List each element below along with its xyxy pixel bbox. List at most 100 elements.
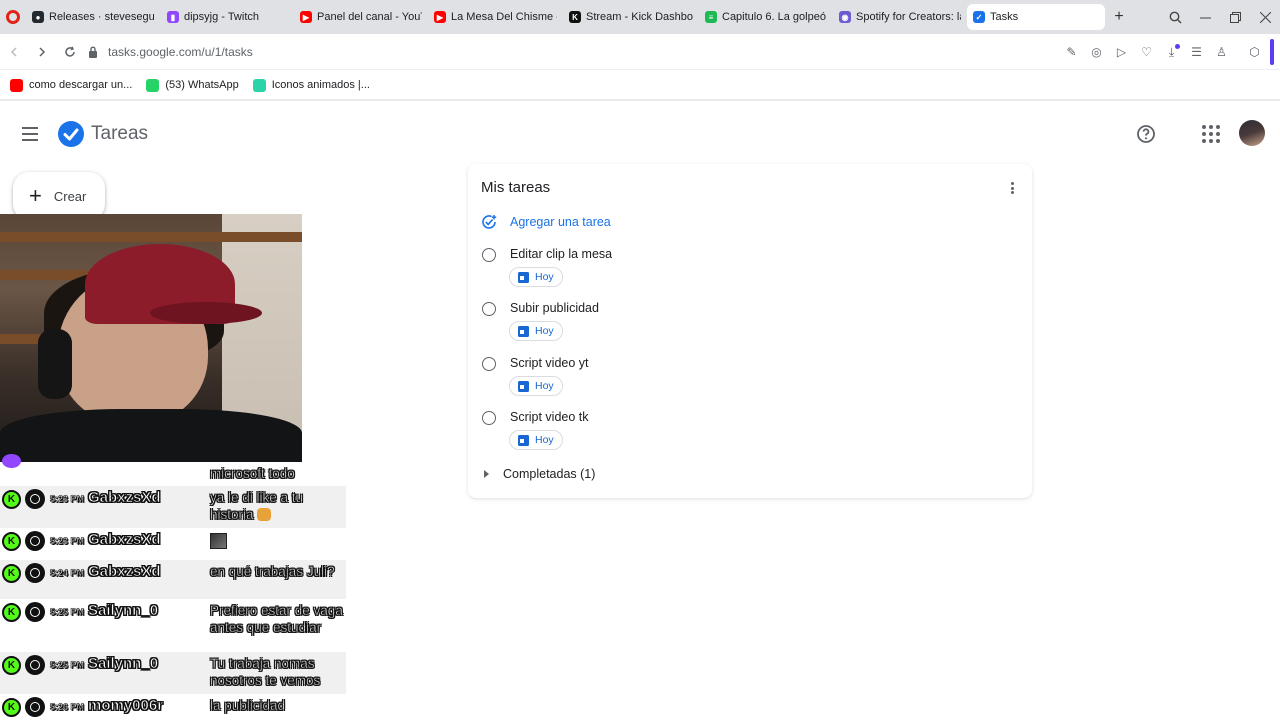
account-avatar[interactable] — [1239, 120, 1265, 146]
sidebar-indicator — [1270, 39, 1274, 65]
chat-username: Sailynn_0 — [88, 655, 159, 673]
chat-message-text: la publicidad — [210, 697, 344, 714]
task-item[interactable]: Script video tk Hoy — [481, 409, 1001, 459]
chat-timestamp: 5:26 PM — [50, 702, 85, 713]
more-options-icon[interactable] — [1006, 180, 1018, 196]
user-avatar-icon — [25, 489, 45, 509]
browser-tab-bar: ● Releases · steveseguin/sc ▮ dipsyjg - Twi… — [0, 0, 1280, 34]
browser-tab[interactable]: ✓ Tasks — [967, 4, 1105, 30]
minimize-window-icon[interactable] — [1190, 0, 1220, 34]
bookmark-label: Iconos animados |... — [271, 79, 370, 91]
task-title[interactable]: Subir publicidad — [510, 301, 599, 315]
easy-setup-icon[interactable]: ☰ — [1187, 43, 1206, 62]
download-icon[interactable]: ⤓ — [1162, 43, 1181, 62]
due-date-chip[interactable]: Hoy — [509, 376, 563, 396]
heart-icon[interactable]: ♡ — [1137, 43, 1156, 62]
chat-message: K 5:24 PM GabxzsXd en qué trabajas Juli? — [0, 560, 346, 599]
close-window-icon[interactable] — [1250, 0, 1280, 34]
bookmark-label: (53) WhatsApp — [165, 79, 239, 91]
opera-logo-icon[interactable] — [0, 0, 26, 34]
complete-task-checkbox[interactable] — [482, 248, 496, 262]
stream-chat-overlay: microsoft todo K 5:23 PM GabxzsXd ya le di … — [0, 452, 346, 720]
chat-timestamp: 5:25 PM — [50, 660, 85, 671]
task-title[interactable]: Script video tk — [510, 410, 589, 424]
plus-icon: + — [29, 183, 42, 208]
complete-task-checkbox[interactable] — [482, 302, 496, 316]
lock-icon[interactable] — [84, 38, 102, 66]
tab-favicon-icon: ✓ — [973, 11, 985, 23]
due-date-chip[interactable]: Hoy — [509, 267, 563, 287]
chat-username: GabxzsXd — [88, 531, 161, 549]
address-bar: tasks.google.com/u/1/tasks ✎ ◎ ▷ ♡ ⤓ ☰ ♙… — [0, 34, 1280, 70]
completed-section-toggle[interactable]: Completadas (1) — [484, 467, 595, 481]
calendar-icon — [518, 434, 529, 446]
chat-message-text: ya le di like a tu historia — [210, 489, 344, 523]
complete-task-checkbox[interactable] — [482, 411, 496, 425]
browser-tab[interactable]: ▶ Panel del canal - YouTub — [294, 4, 428, 30]
chat-message-text: Prefiero estar de vaga antes que estudia… — [210, 602, 344, 636]
browser-tab[interactable]: ◉ Spotify for Creators: la fo — [833, 4, 967, 30]
calendar-icon — [518, 325, 529, 337]
kick-badge-icon: K — [2, 532, 21, 551]
new-tab-button[interactable]: + — [1107, 5, 1131, 29]
task-list-card: Mis tareas Agregar una tarea Editar clip… — [468, 164, 1032, 498]
task-item[interactable]: Script video yt Hoy — [481, 355, 1001, 405]
image-emote-icon — [210, 533, 227, 549]
task-item[interactable]: Editar clip la mesa Hoy — [481, 246, 1001, 296]
chat-message: K 5:23 PM GabxzsXd — [0, 528, 346, 560]
tab-title: Tasks — [990, 11, 1019, 23]
profile-icon[interactable]: ♙ — [1212, 43, 1231, 62]
main-menu-icon[interactable] — [20, 124, 40, 144]
add-task-button[interactable]: Agregar una tarea — [481, 214, 611, 230]
kick-badge-icon: K — [2, 656, 21, 675]
browser-tab[interactable]: ▮ dipsyjg - Twitch — [161, 4, 294, 30]
back-icon[interactable] — [0, 38, 28, 66]
chat-username: GabxzsXd — [88, 489, 161, 507]
bookmark-item[interactable]: Iconos animados |... — [252, 78, 370, 92]
due-date-label: Hoy — [535, 380, 554, 392]
bookmark-item[interactable]: como descargar un... — [10, 78, 132, 92]
google-apps-icon[interactable] — [1202, 125, 1220, 143]
chat-username: GabxzsXd — [88, 563, 161, 581]
due-date-chip[interactable]: Hoy — [509, 430, 563, 450]
url-field[interactable]: tasks.google.com/u/1/tasks — [108, 45, 253, 59]
tab-title: Capitulo 6. La golpeó ha — [722, 11, 827, 23]
calendar-icon — [518, 271, 529, 283]
user-avatar-icon — [25, 697, 45, 717]
user-avatar-icon — [25, 563, 45, 583]
restore-window-icon[interactable] — [1220, 0, 1250, 34]
tab-favicon-icon: ▮ — [167, 11, 179, 23]
browser-tab[interactable]: ● Releases · steveseguin/sc — [26, 4, 161, 30]
task-title[interactable]: Editar clip la mesa — [510, 247, 612, 261]
edit-icon[interactable]: ✎ — [1062, 43, 1081, 62]
help-icon[interactable] — [1136, 124, 1156, 144]
tab-title: dipsyjg - Twitch — [184, 11, 259, 23]
send-icon[interactable]: ▷ — [1112, 43, 1131, 62]
task-title[interactable]: Script video yt — [510, 356, 589, 370]
chat-message-text: en qué trabajas Juli? — [210, 563, 344, 580]
camera-icon[interactable]: ◎ — [1087, 43, 1106, 62]
cat-emote-icon — [257, 508, 272, 521]
kick-badge-icon: K — [2, 603, 21, 622]
bookmark-item[interactable]: (53) WhatsApp — [146, 78, 239, 92]
due-date-chip[interactable]: Hoy — [509, 321, 563, 341]
tab-favicon-icon: ● — [32, 11, 44, 23]
browser-tab[interactable]: ▶ La Mesa Del Chisme - Yo — [428, 4, 563, 30]
task-item[interactable]: Subir publicidad Hoy — [481, 300, 1001, 350]
extensions-icon[interactable]: ⬡ — [1245, 43, 1264, 62]
create-button[interactable]: + Crear — [13, 172, 105, 220]
reload-icon[interactable] — [56, 38, 84, 66]
calendar-icon — [518, 380, 529, 392]
tab-favicon-icon: ▶ — [434, 11, 446, 23]
complete-task-checkbox[interactable] — [482, 357, 496, 371]
tab-title: Releases · steveseguin/sc — [49, 11, 155, 23]
chat-message: microsoft todo — [0, 452, 346, 486]
browser-tab[interactable]: K Stream - Kick Dashboard — [563, 4, 699, 30]
browser-tab[interactable]: ≡ Capitulo 6. La golpeó ha — [699, 4, 833, 30]
tab-title: Spotify for Creators: la fo — [856, 11, 961, 23]
tab-title: Panel del canal - YouTub — [317, 11, 422, 23]
kick-badge-icon: K — [2, 490, 21, 509]
forward-icon[interactable] — [28, 38, 56, 66]
search-tabs-icon[interactable] — [1160, 0, 1190, 34]
user-avatar-icon — [25, 655, 45, 675]
